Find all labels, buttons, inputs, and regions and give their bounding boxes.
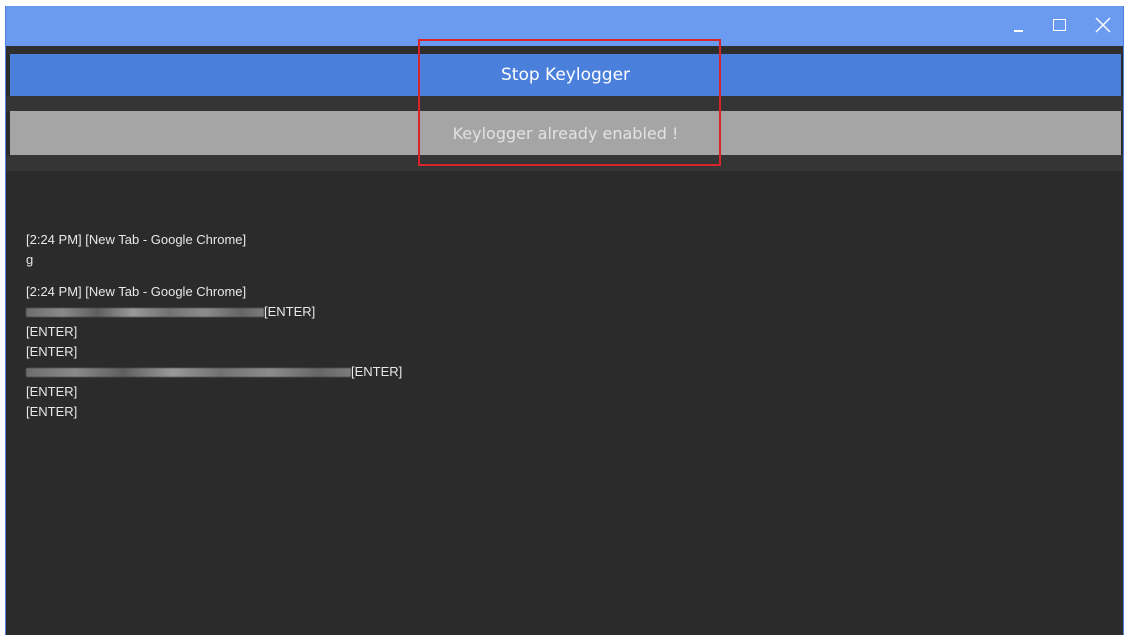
minimize-button[interactable] (997, 6, 1039, 46)
close-icon (1095, 17, 1111, 33)
redacted-text (26, 367, 351, 377)
status-message: Keylogger already enabled ! (10, 111, 1121, 155)
log-line: [ENTER] (26, 344, 78, 359)
stop-keylogger-button[interactable]: Stop Keylogger (10, 54, 1121, 96)
close-button[interactable] (1081, 6, 1123, 46)
keylog-output: [2:24 PM] [New Tab - Google Chrome] g [2… (26, 230, 1106, 620)
redacted-text (26, 307, 264, 317)
log-line: [ENTER] (26, 404, 78, 419)
log-key: [ENTER] (264, 304, 316, 319)
status-bottom-divider (6, 155, 1123, 171)
log-entry-header: [2:24 PM] [New Tab - Google Chrome] (26, 284, 247, 299)
log-entry: [2:24 PM] [New Tab - Google Chrome] g (26, 230, 1106, 270)
log-line: [ENTER] (26, 384, 78, 399)
log-entry-header: [2:24 PM] [New Tab - Google Chrome] (26, 232, 247, 247)
log-line: [ENTER] (26, 302, 1106, 322)
toolbar-top-divider (6, 46, 1123, 54)
toolbar-divider (6, 96, 1123, 111)
title-bar[interactable] (6, 6, 1123, 46)
log-key: [ENTER] (351, 364, 403, 379)
window-controls (997, 6, 1123, 46)
maximize-icon (1053, 19, 1066, 31)
log-line: [ENTER] (26, 324, 78, 339)
log-line: g (26, 252, 34, 267)
maximize-button[interactable] (1039, 6, 1081, 46)
minimize-icon (1014, 30, 1023, 32)
app-window: Stop Keylogger Keylogger already enabled… (5, 6, 1124, 635)
log-line: [ENTER] (26, 362, 1106, 382)
log-entry: [2:24 PM] [New Tab - Google Chrome] [ENT… (26, 282, 1106, 422)
